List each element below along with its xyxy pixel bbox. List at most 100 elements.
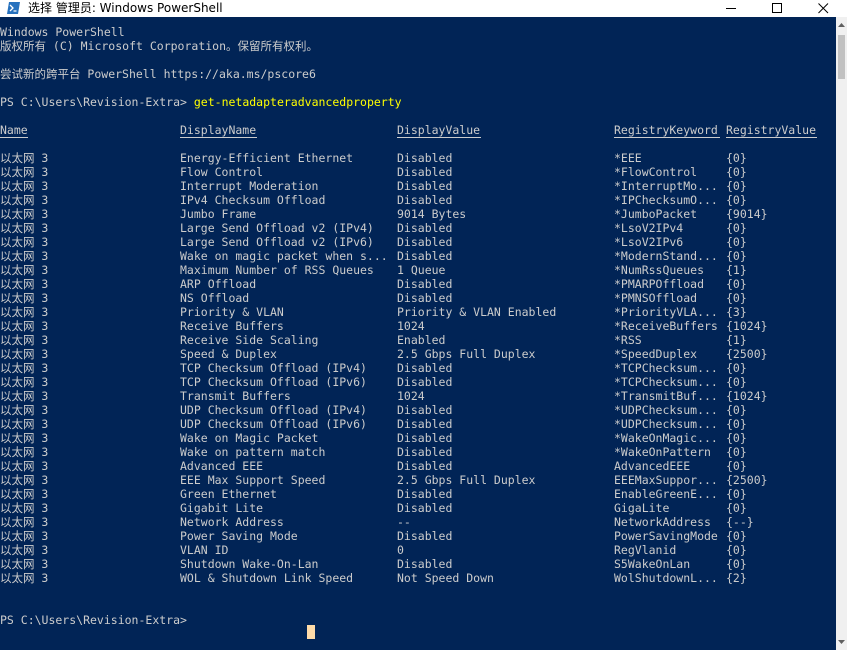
row-registry-value: {9014} (726, 207, 768, 221)
table-row: 以太网 3 Wake on magic packet when s... Disab… (0, 249, 836, 263)
row-registry-value: {0} (726, 459, 747, 473)
table-row: 以太网 3 UDP Checksum Offload (IPv6) Disabled… (0, 417, 836, 431)
row-registry-value: {0} (726, 417, 747, 431)
row-display-name: EEE Max Support Speed (180, 473, 326, 487)
row-registry-keyword: WolShutdownL... (614, 571, 718, 585)
minimize-button[interactable] (709, 0, 755, 17)
table-row: 以太网 3 ARP Offload Disabled *PMARPOffload {0} (0, 277, 836, 291)
row-display-value: 9014 Bytes (397, 207, 467, 221)
row-display-value: 2.5 Gbps Full Duplex (397, 473, 536, 487)
row-display-value: Disabled (397, 445, 453, 459)
title-bar[interactable]: 选择 管理员: Windows PowerShell (0, 0, 847, 17)
row-registry-value: {0} (726, 529, 747, 543)
row-registry-keyword: GigaLite (614, 501, 670, 515)
row-display-name: Network Address (180, 515, 284, 529)
table-row: 以太网 3 VLAN ID 0 RegVlanid {0} (0, 543, 836, 557)
row-registry-value: {0} (726, 487, 747, 501)
row-registry-keyword: *LsoV2IPv4 (614, 221, 684, 235)
row-display-value: 1024 (397, 319, 425, 333)
row-display-value: Disabled (397, 179, 453, 193)
row-registry-value: {0} (726, 221, 747, 235)
row-name: 以太网 3 (0, 431, 49, 445)
row-name: 以太网 3 (0, 459, 49, 473)
table-row: 以太网 3 Flow Control Disabled *FlowControl {0} (0, 165, 836, 179)
scroll-up-button[interactable] (836, 17, 847, 34)
row-name: 以太网 3 (0, 473, 49, 487)
row-name: 以太网 3 (0, 249, 49, 263)
close-button[interactable] (801, 0, 847, 17)
row-registry-keyword: *PriorityVLA... (614, 305, 718, 319)
row-display-value: Disabled (397, 361, 453, 375)
table-row: 以太网 3 Advanced EEE Disabled AdvancedEEE {0} (0, 459, 836, 473)
row-registry-value: {1024} (726, 319, 768, 333)
command-text: get-netadapteradvancedproperty (193, 95, 402, 109)
row-registry-keyword: *ModernStand... (614, 249, 718, 263)
row-name: 以太网 3 (0, 207, 49, 221)
maximize-button[interactable] (755, 0, 801, 17)
row-registry-value: {0} (726, 361, 747, 375)
scroll-up-icon (838, 23, 845, 27)
row-registry-keyword: *UDPChecksum... (614, 403, 718, 417)
row-display-name: Maximum Number of RSS Queues (180, 263, 374, 277)
row-registry-keyword: *UDPChecksum... (614, 417, 718, 431)
row-name: 以太网 3 (0, 165, 49, 179)
row-registry-value: {2500} (726, 347, 768, 361)
row-registry-keyword: *PMARPOffload (614, 277, 705, 291)
vertical-scrollbar[interactable] (836, 17, 847, 650)
row-display-value: Not Speed Down (397, 571, 494, 585)
row-registry-value: {0} (726, 543, 747, 557)
row-name: 以太网 3 (0, 333, 49, 347)
row-registry-value: {0} (726, 179, 747, 193)
table-row: 以太网 3 EEE Max Support Speed 2.5 Gbps Full … (0, 473, 836, 487)
row-display-value: Disabled (397, 165, 453, 179)
row-display-name: UDP Checksum Offload (IPv6) (180, 417, 367, 431)
row-name: 以太网 3 (0, 305, 49, 319)
row-display-name: WOL & Shutdown Link Speed (180, 571, 354, 585)
banner-line-3: 尝试新的跨平台 PowerShell https://aka.ms/pscore… (0, 67, 316, 81)
scroll-thumb[interactable] (838, 35, 845, 79)
row-registry-value: {1} (726, 263, 747, 277)
row-display-value: Disabled (397, 235, 453, 249)
powershell-icon (7, 2, 20, 14)
row-name: 以太网 3 (0, 557, 49, 571)
row-display-value: Disabled (397, 151, 453, 165)
row-display-value: 0 (397, 543, 404, 557)
table-row: 以太网 3 Receive Side Scaling Enabled *RSS {1} (0, 333, 836, 347)
row-registry-value: {0} (726, 375, 747, 389)
row-display-name: Flow Control (180, 165, 264, 179)
table-row: 以太网 3 Maximum Number of RSS Queues 1 Queue… (0, 263, 836, 277)
row-display-name: Interrupt Moderation (180, 179, 319, 193)
row-display-value: Disabled (397, 249, 453, 263)
row-display-value: Priority & VLAN Enabled (397, 305, 557, 319)
scroll-down-button[interactable] (836, 633, 847, 650)
row-registry-keyword: *TCPChecksum... (614, 361, 718, 375)
row-display-name: Advanced EEE (180, 459, 264, 473)
row-registry-value: {1} (726, 333, 747, 347)
row-display-value: Disabled (397, 501, 453, 515)
table-row: 以太网 3 Wake on Magic Packet Disabled *WakeOn… (0, 431, 836, 445)
row-display-name: IPv4 Checksum Offload (180, 193, 326, 207)
row-registry-keyword: *EEE (614, 151, 642, 165)
console-output[interactable]: Windows PowerShell 版权所有 (C) Microsoft Co… (0, 17, 836, 650)
banner-line-2: 版权所有 (C) Microsoft Corporation。保留所有权利。 (0, 39, 319, 53)
row-name: 以太网 3 (0, 487, 49, 501)
row-display-name: Gigabit Lite (180, 501, 264, 515)
row-registry-keyword: *FlowControl (614, 165, 698, 179)
row-display-name: VLAN ID (180, 543, 229, 557)
row-display-value: Disabled (397, 403, 453, 417)
row-registry-keyword: NetworkAddress (614, 515, 711, 529)
row-display-value: Disabled (397, 557, 453, 571)
row-display-value: Disabled (397, 375, 453, 389)
row-registry-keyword: *NumRssQueues (614, 263, 705, 277)
row-display-name: Shutdown Wake-On-Lan (180, 557, 319, 571)
row-name: 以太网 3 (0, 319, 49, 333)
table-row: 以太网 3 Large Send Offload v2 (IPv6) Disable… (0, 235, 836, 249)
row-display-name: Green Ethernet (180, 487, 277, 501)
row-name: 以太网 3 (0, 403, 49, 417)
table-row: 以太网 3 Interrupt Moderation Disabled *Interr… (0, 179, 836, 193)
row-registry-value: {0} (726, 557, 747, 571)
row-name: 以太网 3 (0, 375, 49, 389)
table-row: 以太网 3 UDP Checksum Offload (IPv4) Disabled… (0, 403, 836, 417)
row-display-value: 1 Queue (397, 263, 446, 277)
row-registry-keyword: *PMNSOffload (614, 291, 698, 305)
